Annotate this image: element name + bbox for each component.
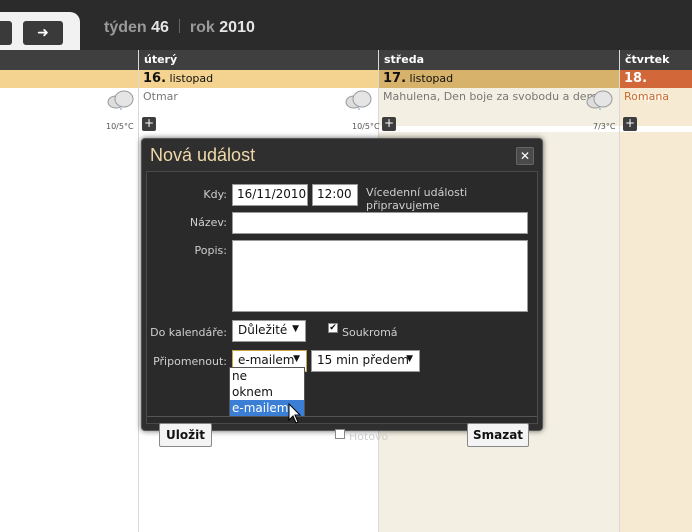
day-date bbox=[0, 70, 138, 88]
chevron-down-icon: ▼ bbox=[292, 324, 299, 334]
calendar-label: Do kalendáře: bbox=[150, 326, 227, 339]
private-label: Soukromá bbox=[342, 326, 398, 339]
remind-method-value: e-mailem bbox=[238, 353, 295, 367]
delete-button[interactable]: Smazat bbox=[467, 423, 529, 447]
remind-time-select[interactable]: 15 min předem ▼ bbox=[311, 350, 420, 372]
close-icon[interactable]: ✕ bbox=[516, 147, 534, 165]
day-header: čtvrtek bbox=[620, 50, 692, 70]
temperature: 10/5°C bbox=[106, 122, 134, 131]
dropdown-option[interactable]: oknem bbox=[230, 384, 304, 400]
day-header: středa bbox=[379, 50, 619, 70]
prev-week-button[interactable] bbox=[0, 21, 12, 45]
calendar-select[interactable]: Důležité ▼ bbox=[232, 320, 306, 342]
new-event-dialog: Nová událost ✕ Kdy: 16/11/2010 12:00 Víc… bbox=[141, 138, 543, 447]
calendar-select-value: Důležité bbox=[238, 323, 288, 337]
year-number: 2010 bbox=[219, 19, 255, 36]
dialog-divider bbox=[147, 416, 537, 417]
week-label: týden bbox=[104, 19, 147, 36]
add-event-button[interactable]: + bbox=[142, 117, 156, 131]
name-input[interactable] bbox=[232, 212, 528, 234]
top-bar: ➜ týden 46 rok 2010 bbox=[0, 0, 692, 50]
year-label: rok bbox=[189, 19, 215, 36]
day-header bbox=[0, 50, 138, 70]
add-event-button[interactable]: + bbox=[623, 117, 637, 131]
done-checkbox[interactable] bbox=[335, 429, 345, 439]
dropdown-option[interactable]: ne bbox=[230, 368, 304, 384]
done-label: Hotovo bbox=[349, 430, 389, 443]
cloud-icon bbox=[345, 90, 372, 110]
temperature: 10/5°C bbox=[352, 122, 380, 131]
day-date: 18. listopad bbox=[620, 70, 692, 103]
day-body[interactable] bbox=[0, 132, 138, 532]
temperature: 7/3°C bbox=[593, 122, 616, 131]
chevron-down-icon: ▼ bbox=[293, 354, 300, 364]
multi-day-note: Vícedenní události připravujeme bbox=[366, 186, 468, 212]
cloud-icon bbox=[586, 90, 613, 110]
add-event-button[interactable]: + bbox=[382, 117, 396, 131]
save-button[interactable]: Uložit bbox=[159, 423, 212, 447]
time-input[interactable]: 12:00 bbox=[312, 184, 358, 206]
name-label: Název: bbox=[189, 216, 227, 229]
day-names: Mahulena, Den boje za svobodu a demo bbox=[379, 88, 619, 126]
description-label: Popis: bbox=[194, 244, 227, 257]
mouse-cursor-icon bbox=[288, 403, 302, 424]
week-info: týden 46 rok 2010 bbox=[104, 19, 255, 37]
cloud-icon bbox=[107, 90, 134, 110]
day-column-thursday: čtvrtek 18. listopad Romana 7/3°C + bbox=[586, 50, 692, 532]
when-label: Kdy: bbox=[203, 188, 227, 201]
day-date: 16. listopad bbox=[139, 70, 378, 88]
dialog-title: Nová událost bbox=[150, 145, 256, 165]
week-number: 46 bbox=[151, 19, 169, 36]
private-checkbox[interactable]: ✔ bbox=[328, 323, 338, 333]
day-header: úterý bbox=[139, 50, 378, 70]
remind-time-value: 15 min předem bbox=[317, 353, 409, 367]
remind-label: Připomenout: bbox=[153, 355, 227, 368]
dialog-body: Kdy: 16/11/2010 12:00 Vícedenní události… bbox=[146, 171, 538, 447]
description-textarea[interactable] bbox=[232, 240, 528, 312]
day-names: Otmar bbox=[143, 90, 178, 103]
next-week-button[interactable]: ➜ bbox=[23, 21, 63, 45]
date-input[interactable]: 16/11/2010 bbox=[232, 184, 308, 206]
day-date: 17. listopad bbox=[379, 70, 619, 88]
day-body[interactable] bbox=[620, 132, 692, 532]
arrow-right-icon: ➜ bbox=[37, 25, 49, 41]
chevron-down-icon: ▼ bbox=[406, 354, 413, 364]
